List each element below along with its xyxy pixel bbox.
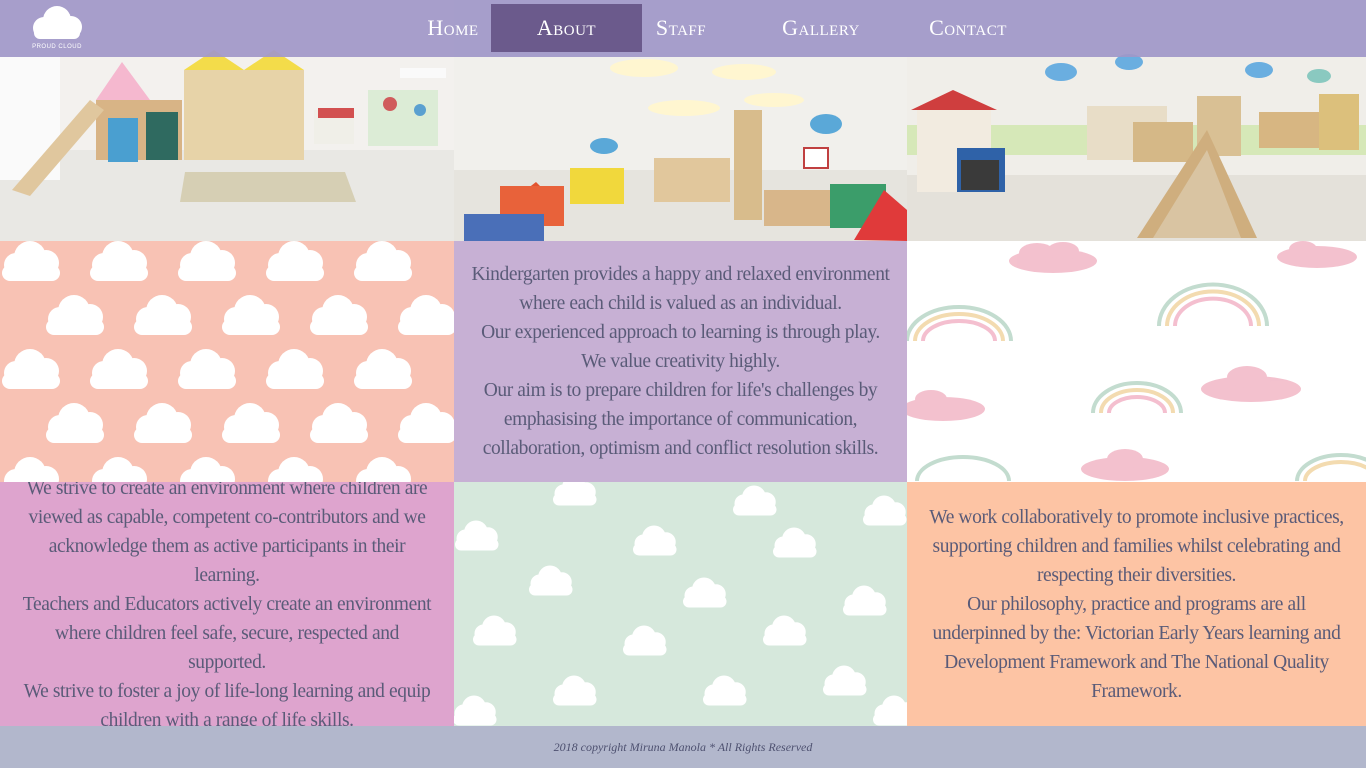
nav-home[interactable]: Home — [414, 4, 492, 52]
cloud-shape — [2, 349, 60, 389]
cloud-shape — [683, 577, 727, 608]
cloud-shape — [310, 295, 368, 335]
nav-gallery[interactable]: Gallery — [766, 4, 876, 52]
cloud-shape — [180, 457, 235, 482]
cloud-shape — [454, 695, 497, 726]
cloud-shape — [178, 349, 236, 389]
cloud-shape — [92, 457, 147, 482]
cloud-shape — [178, 241, 236, 281]
mint-cloud-pattern — [454, 482, 907, 726]
logo-text: PROUD CLOUD — [32, 44, 82, 50]
cloud-shape — [268, 457, 323, 482]
cloud-shape — [529, 565, 573, 596]
cloud-shape — [843, 585, 887, 616]
cloud-shape — [356, 457, 411, 482]
cloud-shape — [473, 615, 517, 646]
nav-contact[interactable]: Contact — [906, 4, 1030, 52]
cloud-shape — [354, 349, 412, 389]
cloud-shape — [222, 295, 280, 335]
cloud-shape — [703, 675, 747, 706]
philosophy-text: We work collaboratively to promote inclu… — [929, 506, 1344, 702]
cloud-shape — [266, 349, 324, 389]
strive-text-panel: We strive to create an environment where… — [0, 482, 454, 726]
cloud-shape — [46, 295, 104, 335]
cloud-shape — [266, 241, 324, 281]
cloud-shape — [763, 615, 807, 646]
peach-cloud-pattern — [0, 241, 454, 482]
cloud-logo-icon — [33, 6, 82, 39]
cloud-shape — [455, 520, 499, 551]
cloud-shape — [633, 525, 677, 556]
cloud-shape — [90, 241, 148, 281]
intro-text-panel: Kindergarten provides a happy and relaxe… — [454, 241, 907, 482]
nav-staff[interactable]: Staff — [642, 4, 720, 52]
cloud-shape — [398, 403, 454, 443]
cloud-shape — [873, 695, 907, 726]
cloud-shape — [4, 457, 59, 482]
cloud-shape — [354, 241, 412, 281]
cloud-shape — [773, 527, 817, 558]
cloud-shape — [90, 349, 148, 389]
cloud-shape — [134, 403, 192, 443]
cloud-shape — [134, 295, 192, 335]
intro-text: Kindergarten provides a happy and relaxe… — [471, 264, 890, 459]
cloud-shape — [398, 295, 454, 335]
cloud-shape — [823, 665, 867, 696]
cloud-shape — [733, 485, 777, 516]
top-navigation: PROUD CLOUD Home About Staff Gallery Con… — [0, 0, 1366, 57]
cloud-shape — [553, 482, 597, 506]
philosophy-text-panel: We work collaboratively to promote inclu… — [907, 482, 1366, 726]
cloud-shape — [46, 403, 104, 443]
cloud-shape — [222, 403, 280, 443]
copyright-text: 2018 copyright Miruna Manola * All Right… — [553, 739, 813, 754]
footer: 2018 copyright Miruna Manola * All Right… — [0, 726, 1366, 768]
logo[interactable]: PROUD CLOUD — [24, 4, 90, 54]
cloud-shape — [310, 403, 368, 443]
nav-about[interactable]: About — [491, 4, 642, 52]
cloud-shape — [623, 625, 667, 656]
cloud-shape — [863, 495, 907, 526]
cloud-shape — [2, 241, 60, 281]
strive-text: We strive to create an environment where… — [22, 482, 432, 726]
cloud-shape — [553, 675, 597, 706]
rainbow-cloud-pattern — [907, 241, 1366, 482]
